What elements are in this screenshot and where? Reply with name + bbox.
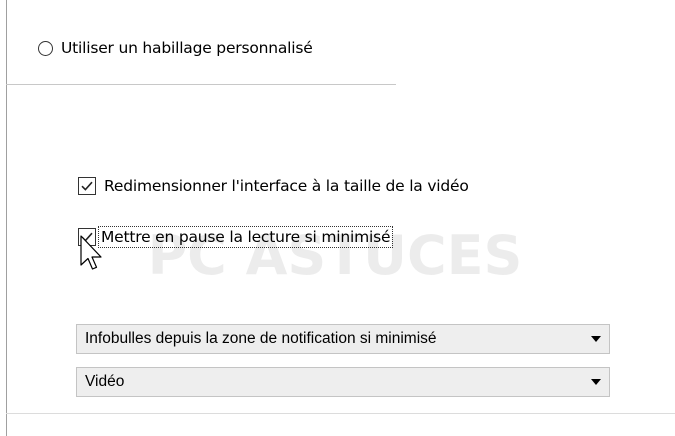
notification-tooltips-select[interactable]: Infobulles depuis la zone de notificatio… [76,324,610,354]
radio-unchecked-icon[interactable] [38,40,53,56]
triangle-down-icon[interactable] [583,368,609,396]
resize-interface-option[interactable]: Redimensionner l'interface à la taille d… [78,176,469,196]
systray-mode-value: Vidéo [85,373,125,390]
checkbox-checked-icon[interactable] [78,177,96,195]
resize-interface-label: Redimensionner l'interface à la taille d… [104,177,469,195]
custom-skin-radio[interactable]: Utiliser un habillage personnalisé [38,38,313,58]
pause-when-minimized-option[interactable]: Mettre en pause la lecture si minimisé [78,226,394,248]
group-separator [6,84,396,85]
triangle-down-icon[interactable] [583,325,609,353]
mouse-pointer-icon [80,235,102,270]
panel-left-border [6,0,7,436]
panel-bottom-border [6,413,675,414]
pause-when-minimized-label: Mettre en pause la lecture si minimisé [98,226,394,248]
preferences-panel: Utiliser un habillage personnalisé PC AS… [0,0,675,436]
custom-skin-label: Utiliser un habillage personnalisé [61,39,313,57]
notification-tooltips-value: Infobulles depuis la zone de notificatio… [85,330,437,347]
systray-mode-select[interactable]: Vidéo [76,367,610,397]
